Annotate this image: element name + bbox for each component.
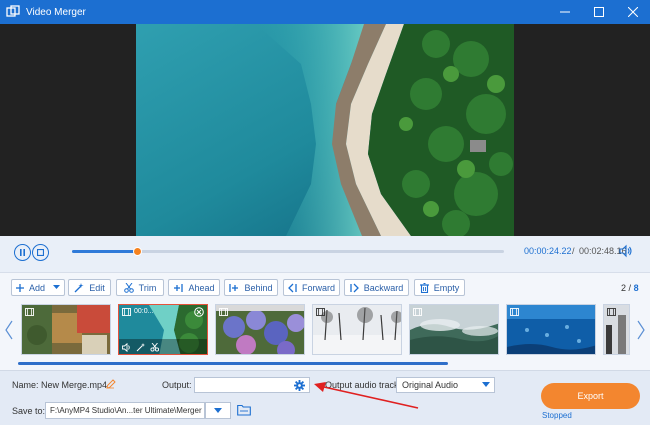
- annotation-arrow: [314, 382, 419, 409]
